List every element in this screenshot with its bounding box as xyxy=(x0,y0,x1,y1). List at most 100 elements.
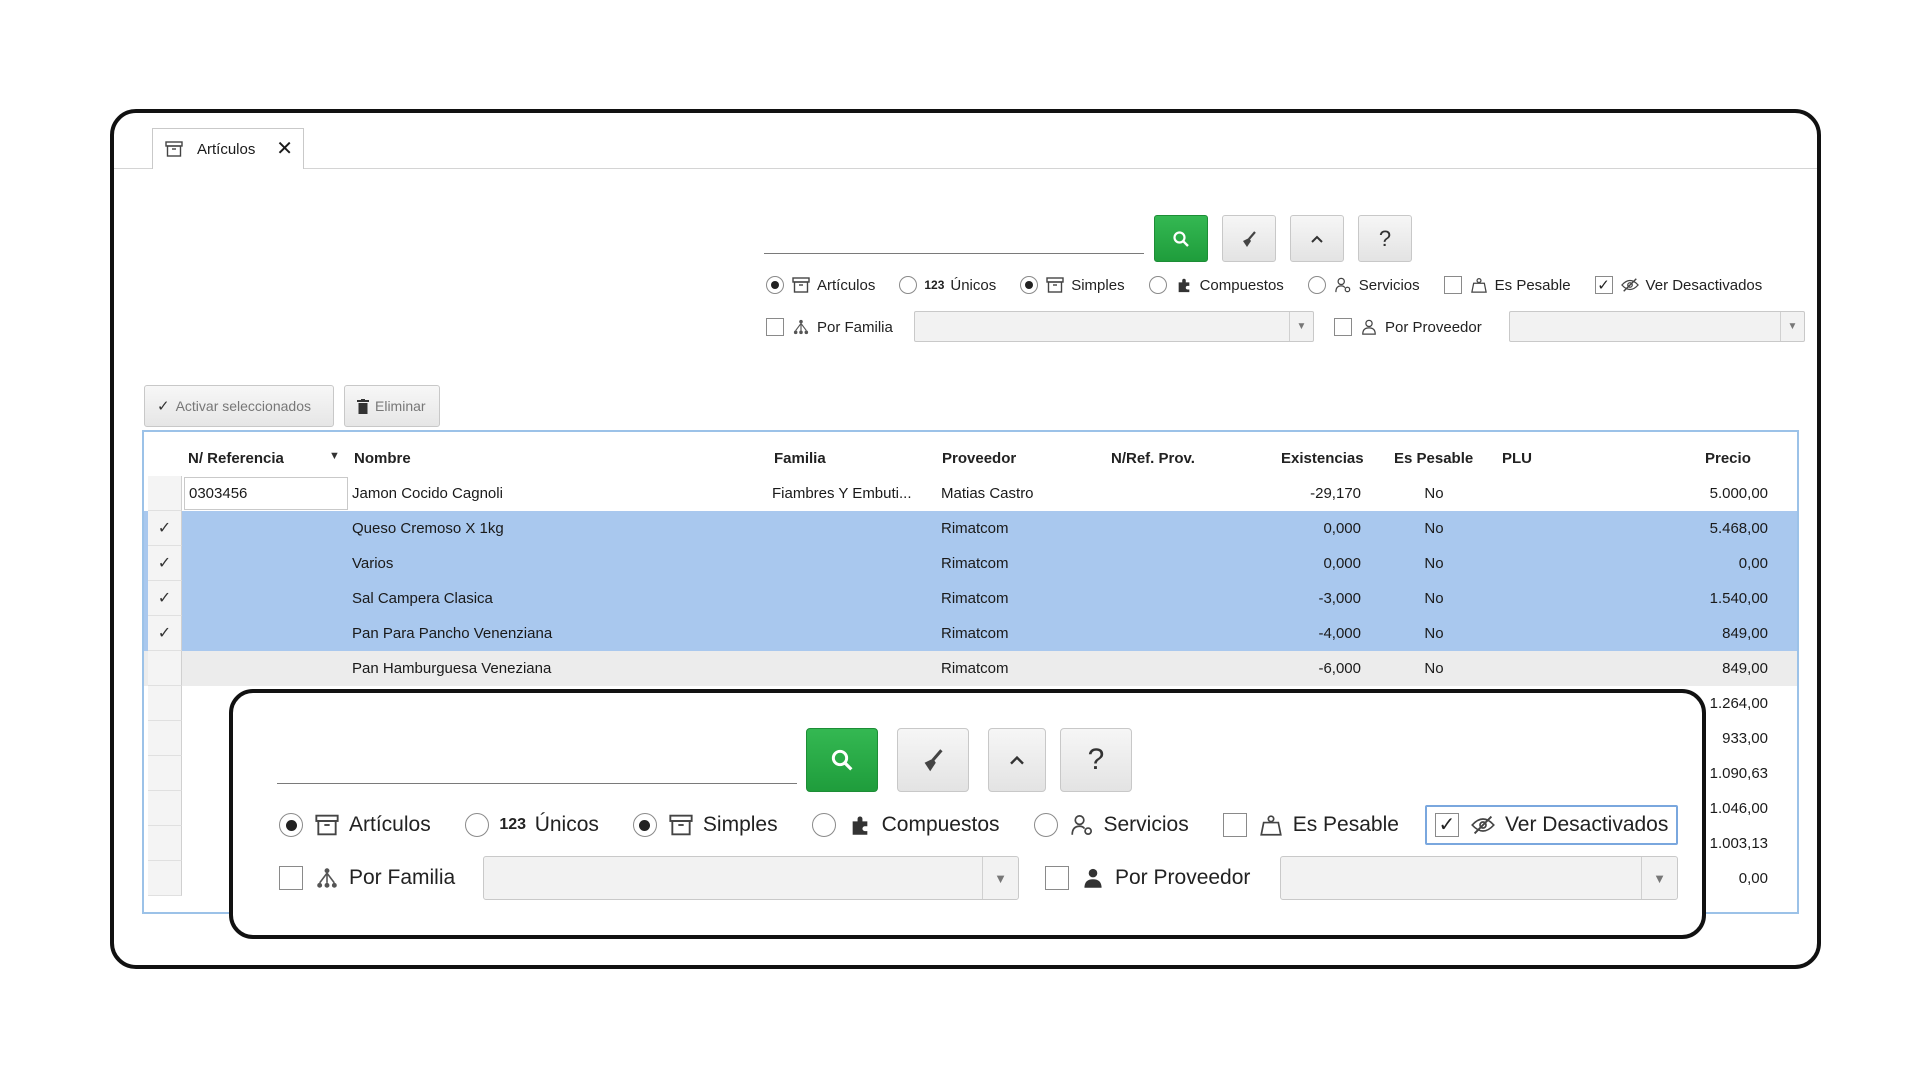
radio-compuestos-zoomed[interactable]: Compuestos xyxy=(811,813,1000,837)
radio-selected[interactable] xyxy=(632,813,657,837)
column-header-existencias[interactable]: Existencias xyxy=(1281,450,1364,467)
eliminar-button[interactable]: Eliminar xyxy=(344,385,440,427)
table-row[interactable]: 0303456 Jamon Cocido Cagnoli Fiambres Y Em… xyxy=(144,476,1797,511)
row-check-icon[interactable]: ✓ xyxy=(148,616,182,651)
row-selector[interactable] xyxy=(148,756,182,791)
radio-selected[interactable] xyxy=(1020,276,1039,294)
checkbox-es-pesable-label: Es Pesable xyxy=(1494,276,1571,294)
checkbox-por-proveedor-zoomed[interactable]: Por Proveedor xyxy=(1045,866,1250,890)
radio-unicos-zoomed[interactable]: 123 Únicos xyxy=(464,813,599,837)
proveedor-dropdown-zoomed[interactable]: ▼ xyxy=(1280,856,1678,900)
close-icon[interactable]: ✕ xyxy=(276,139,293,159)
zoomed-filter-panel: ? Artículos 123 Únicos Simples Compuesto… xyxy=(229,689,1706,939)
radio-unselected[interactable] xyxy=(899,276,918,294)
row-selector[interactable] xyxy=(148,476,182,511)
checkbox-box[interactable] xyxy=(1443,276,1462,294)
radio-articulos[interactable]: Artículos xyxy=(766,276,875,294)
radio-unselected[interactable] xyxy=(1307,276,1326,294)
row-selector[interactable] xyxy=(148,651,182,686)
radio-unicos[interactable]: 123 Únicos xyxy=(899,276,996,294)
checkbox-es-pesable-zoomed[interactable]: Es Pesable xyxy=(1222,813,1399,837)
checkbox-ver-desactivados-zoomed[interactable]: ✓ Ver Desactivados xyxy=(1424,805,1679,845)
radio-simples-zoomed[interactable]: Simples xyxy=(632,813,778,837)
table-row[interactable]: ✓ Varios Rimatcom 0,000 No 0,00 xyxy=(144,546,1797,581)
row-check-icon[interactable]: ✓ xyxy=(148,546,182,581)
chevron-down-icon[interactable]: ▼ xyxy=(1641,857,1677,899)
cell-es-pesable: No xyxy=(1424,590,1444,607)
column-header-precio[interactable]: Precio xyxy=(1705,450,1751,467)
table-row[interactable]: Pan Hamburguesa Veneziana Rimatcom -6,000 N… xyxy=(144,651,1797,686)
radio-simples[interactable]: Simples xyxy=(1020,276,1125,294)
row-selector[interactable] xyxy=(148,861,182,896)
radio-unselected[interactable] xyxy=(464,813,489,837)
column-header-nombre[interactable]: Nombre xyxy=(354,450,411,467)
radio-selected[interactable] xyxy=(766,276,784,294)
clear-filters-button-zoomed[interactable] xyxy=(897,728,969,792)
chevron-up-icon xyxy=(1010,755,1024,765)
row-check-icon[interactable]: ✓ xyxy=(148,511,182,546)
radio-articulos-label: Artículos xyxy=(817,276,876,294)
search-input[interactable] xyxy=(764,253,1144,254)
radio-compuestos[interactable]: Compuestos xyxy=(1148,276,1284,294)
column-header-nref-prov[interactable]: N/Ref. Prov. xyxy=(1111,450,1195,467)
help-button[interactable]: ? xyxy=(1358,215,1412,262)
familia-dropdown[interactable]: ▼ xyxy=(914,311,1314,342)
collapse-button[interactable] xyxy=(1290,215,1344,262)
cell-proveedor: Rimatcom xyxy=(941,590,1009,607)
row-selector[interactable] xyxy=(148,686,182,721)
checkbox-box-checked[interactable]: ✓ xyxy=(1594,276,1613,294)
activar-seleccionados-button[interactable]: ✓ Activar seleccionados xyxy=(144,385,334,427)
cell-nombre: Sal Campera Clasica xyxy=(352,590,493,607)
search-input-zoomed[interactable] xyxy=(277,783,797,784)
chevron-down-icon[interactable]: ▼ xyxy=(982,857,1018,899)
cell-existencias: -29,170 xyxy=(1310,485,1361,502)
filter-type-row: Artículos 123 Únicos Simples Compuestos … xyxy=(766,276,1762,294)
column-header-referencia[interactable]: N/ Referencia xyxy=(188,450,284,467)
row-check-icon[interactable]: ✓ xyxy=(148,581,182,616)
tab-articulos[interactable]: Artículos ✕ xyxy=(152,128,304,169)
radio-unselected[interactable] xyxy=(811,813,836,837)
table-row[interactable]: ✓ Sal Campera Clasica Rimatcom -3,000 No 1.54… xyxy=(144,581,1797,616)
clear-filters-button[interactable] xyxy=(1222,215,1276,262)
chevron-down-icon[interactable]: ▼ xyxy=(1780,312,1804,341)
column-header-proveedor[interactable]: Proveedor xyxy=(942,450,1016,467)
checkbox-ver-desactivados-label: Ver Desactivados xyxy=(1504,813,1669,836)
radio-servicios-zoomed[interactable]: Servicios xyxy=(1033,813,1189,837)
table-row[interactable]: ✓ Pan Para Pancho Venenziana Rimatcom -4,00… xyxy=(144,616,1797,651)
checkbox-box[interactable] xyxy=(766,318,784,336)
radio-articulos-zoomed[interactable]: Artículos xyxy=(279,813,431,837)
eye-slash-icon xyxy=(1620,278,1639,292)
radio-selected[interactable] xyxy=(279,813,303,837)
familia-dropdown-zoomed[interactable]: ▼ xyxy=(483,856,1019,900)
checkbox-ver-desactivados[interactable]: ✓ Ver Desactivados xyxy=(1594,276,1762,294)
column-header-familia[interactable]: Familia xyxy=(774,450,826,467)
checkbox-por-familia[interactable]: Por Familia xyxy=(766,318,893,336)
checkbox-es-pesable-label: Es Pesable xyxy=(1292,813,1399,836)
checkbox-box[interactable] xyxy=(1334,318,1352,336)
radio-servicios[interactable]: Servicios xyxy=(1307,276,1420,294)
sort-down-icon[interactable]: ▼ xyxy=(329,450,340,462)
collapse-button-zoomed[interactable] xyxy=(988,728,1046,792)
checkbox-por-proveedor-label: Por Proveedor xyxy=(1115,866,1251,889)
proveedor-dropdown[interactable]: ▼ xyxy=(1509,311,1805,342)
chevron-down-icon[interactable]: ▼ xyxy=(1289,312,1313,341)
checkbox-es-pesable[interactable]: Es Pesable xyxy=(1443,276,1571,294)
search-button-zoomed[interactable] xyxy=(806,728,878,792)
help-button-zoomed[interactable]: ? xyxy=(1060,728,1132,792)
radio-unselected[interactable] xyxy=(1148,276,1167,294)
radio-unselected[interactable] xyxy=(1033,813,1058,837)
search-button[interactable] xyxy=(1154,215,1208,262)
row-selector[interactable] xyxy=(148,826,182,861)
checkbox-box[interactable] xyxy=(279,866,303,890)
checkbox-box[interactable] xyxy=(1045,866,1069,890)
checkbox-box-checked[interactable]: ✓ xyxy=(1434,813,1459,837)
radio-unicos-label: Únicos xyxy=(534,813,599,836)
checkbox-box[interactable] xyxy=(1222,813,1247,837)
table-row[interactable]: ✓ Queso Cremoso X 1kg Rimatcom 0,000 No 5.468… xyxy=(144,511,1797,546)
column-header-plu[interactable]: PLU xyxy=(1502,450,1532,467)
column-header-es-pesable[interactable]: Es Pesable xyxy=(1394,450,1473,467)
row-selector[interactable] xyxy=(148,721,182,756)
checkbox-por-proveedor[interactable]: Por Proveedor xyxy=(1334,318,1482,336)
checkbox-por-familia-zoomed[interactable]: Por Familia xyxy=(279,866,455,890)
row-selector[interactable] xyxy=(148,791,182,826)
